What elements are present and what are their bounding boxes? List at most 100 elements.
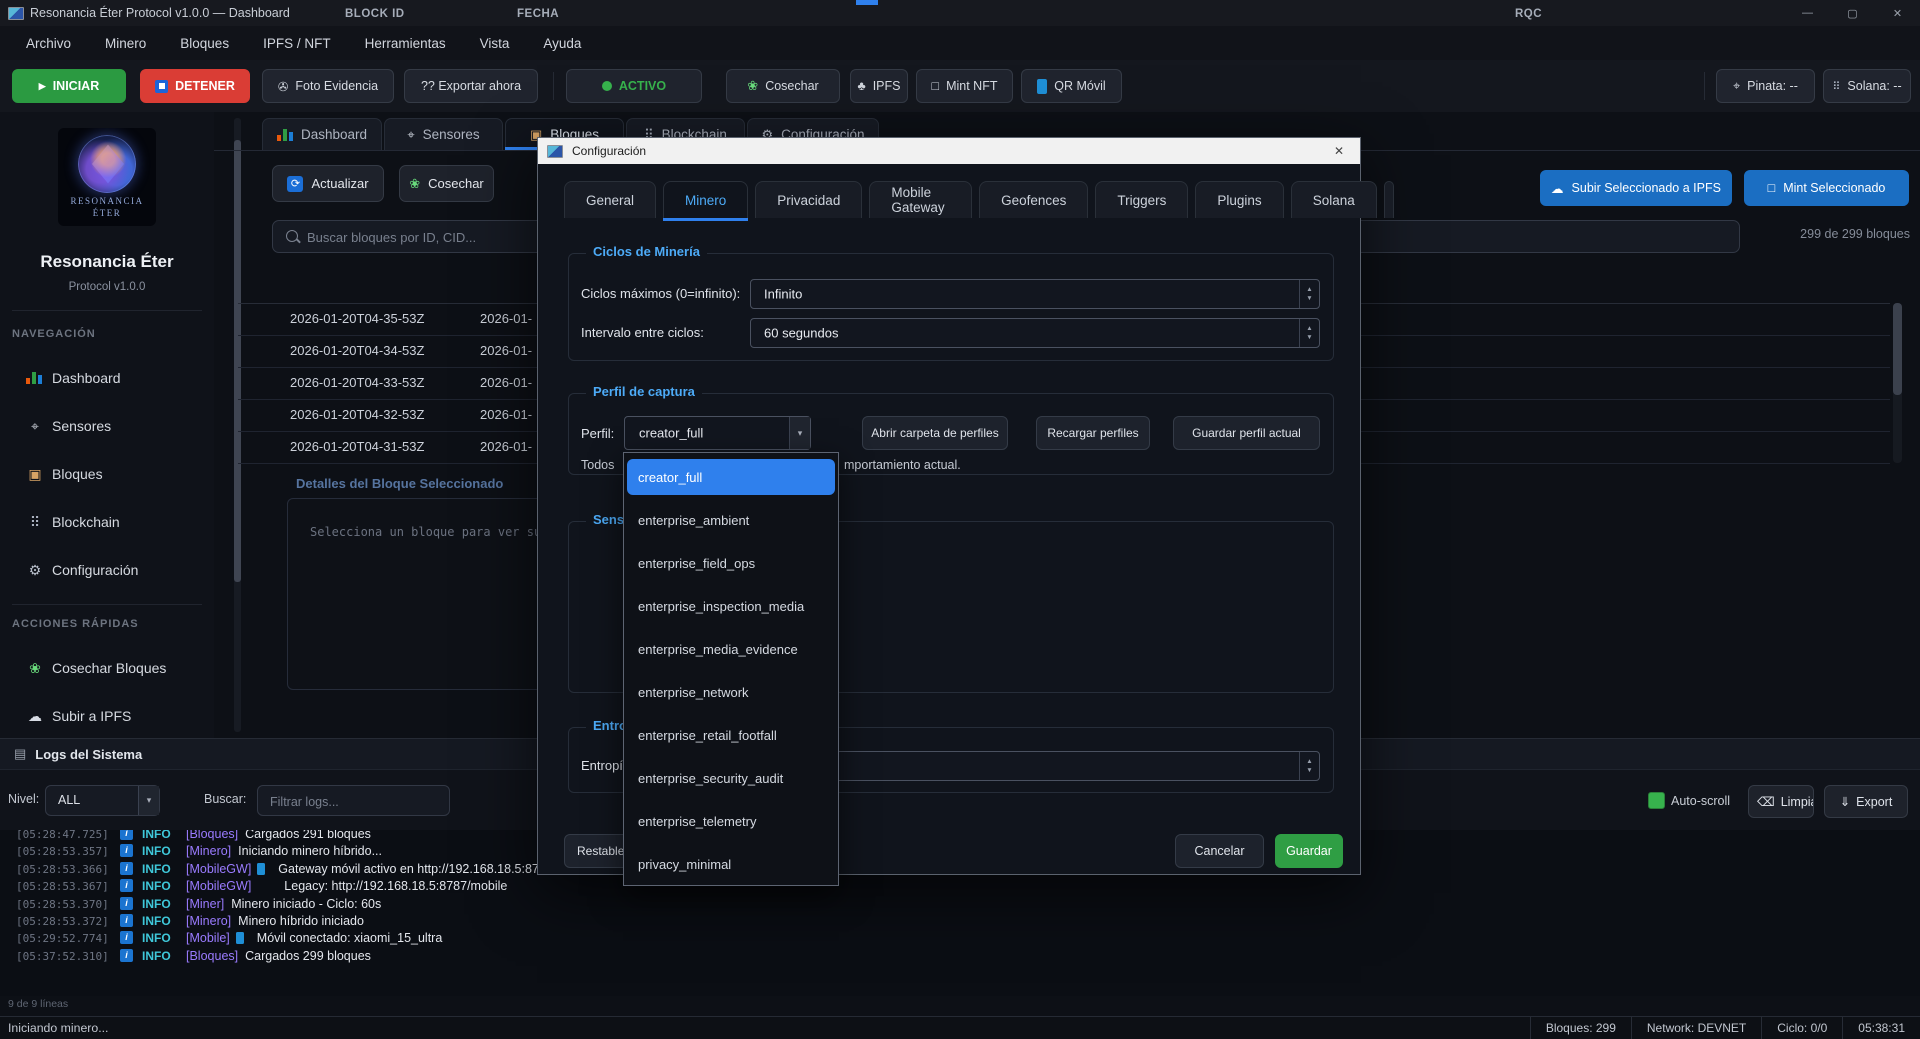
menu-archivo[interactable]: Archivo	[26, 36, 71, 51]
dropdown-item[interactable]: enterprise_network	[624, 671, 838, 714]
autoscroll-checkbox[interactable]	[1648, 792, 1665, 809]
chevron-down-icon	[789, 417, 810, 449]
settings-tab-geofences[interactable]: Geofences	[979, 181, 1088, 218]
status-dot-icon	[602, 81, 612, 91]
fecha-cell: 2026-01-	[480, 375, 532, 390]
limpiar-button[interactable]: ⌫ Limpiar	[1748, 785, 1814, 818]
info-icon	[120, 862, 133, 875]
dropdown-item-selected[interactable]: creator_full	[627, 459, 835, 495]
ciclos-maximos-label: Ciclos máximos (0=infinito):	[581, 286, 740, 301]
settings-tab-plugins[interactable]: Plugins	[1195, 181, 1283, 218]
sidebar-item-label: Dashboard	[52, 370, 121, 386]
sidebar-action-cosechar-bloques[interactable]: ❀ Cosechar Bloques	[0, 652, 214, 686]
app-window: Resonancia Éter Protocol v1.0.0 — Dashbo…	[0, 0, 1920, 1039]
dropdown-item[interactable]: enterprise_field_ops	[624, 542, 838, 585]
perfil-combobox[interactable]: creator_full	[624, 416, 811, 450]
dropdown-item[interactable]: privacy_minimal	[624, 843, 838, 886]
mint-label: Mint NFT	[946, 79, 997, 93]
cosechar-blocks-button[interactable]: ❀ Cosechar	[399, 165, 494, 202]
detener-button[interactable]: DETENER	[140, 69, 250, 103]
activo-label: ACTIVO	[619, 79, 666, 93]
pinata-status: ⌖ Pinata: --	[1716, 69, 1815, 103]
maximize-button[interactable]: ▢	[1830, 0, 1875, 26]
recargar-perfiles-button[interactable]: Recargar perfiles	[1036, 416, 1150, 450]
exportar-ahora-button[interactable]: ?? Exportar ahora	[404, 69, 538, 103]
sidebar-item-bloques[interactable]: ▣ Bloques	[0, 458, 214, 492]
mint-icon: □	[932, 79, 940, 93]
subir-seleccionado-button[interactable]: ☁ Subir Seleccionado a IPFS	[1540, 170, 1732, 206]
ciclos-maximos-spinner[interactable]: Infinito	[750, 279, 1320, 309]
settings-tab-minero-active[interactable]: Minero	[663, 181, 748, 218]
abrir-carpeta-button[interactable]: Abrir carpeta de perfiles	[862, 416, 1008, 450]
block-id-cell: 2026-01-20T04-32-53Z	[290, 407, 424, 422]
ipfs-label: IPFS	[873, 79, 901, 93]
dropdown-item[interactable]: enterprise_ambient	[624, 499, 838, 542]
sidebar-item-blockchain[interactable]: ⠿ Blockchain	[0, 506, 214, 540]
close-button[interactable]: ✕	[1875, 0, 1920, 26]
toolbar: ▶ INICIAR DETENER ✇ Foto Evidencia ?? Ex…	[0, 60, 1920, 113]
log-level-select[interactable]: ALL	[45, 785, 160, 816]
spinner-arrows-icon[interactable]	[1299, 752, 1319, 780]
status-blocks: Bloques: 299	[1530, 1017, 1631, 1039]
intervalo-spinner[interactable]: 60 segundos	[750, 318, 1320, 348]
tab-sensores[interactable]: ⌖ Sensores	[384, 118, 503, 150]
export-button[interactable]: ⇓ Export	[1824, 785, 1908, 818]
sidebar-action-subir-ipfs[interactable]: ☁ Subir a IPFS	[0, 700, 214, 734]
spinner-arrows-icon[interactable]	[1299, 280, 1319, 308]
menu-ipfs-nft[interactable]: IPFS / NFT	[263, 36, 331, 51]
log-level-value: ALL	[58, 793, 80, 807]
sidebar-item-dashboard[interactable]: Dashboard	[0, 362, 214, 396]
exportar-label: ?? Exportar ahora	[421, 79, 521, 93]
table-scrollbar-thumb[interactable]	[1893, 303, 1902, 395]
settings-tab-mobile-gateway[interactable]: Mobile Gateway	[869, 181, 972, 218]
intervalo-value: 60 segundos	[764, 326, 838, 341]
solana-status: ⠿ Solana: --	[1823, 69, 1911, 103]
spinner-arrows-icon[interactable]	[1299, 319, 1319, 347]
perfil-label: Perfil:	[581, 426, 614, 441]
actualizar-button[interactable]: ⟳ Actualizar	[272, 165, 384, 202]
ipfs-button[interactable]: ♣ IPFS	[850, 69, 908, 103]
cancelar-button[interactable]: Cancelar	[1175, 834, 1264, 868]
cosechar-button[interactable]: ❀ Cosechar	[726, 69, 840, 103]
menu-minero[interactable]: Minero	[105, 36, 146, 51]
guardar-button[interactable]: Guardar	[1275, 834, 1343, 868]
settings-tab-solana[interactable]: Solana	[1291, 181, 1377, 218]
dropdown-item[interactable]: enterprise_retail_footfall	[624, 714, 838, 757]
settings-tab-triggers[interactable]: Triggers	[1095, 181, 1188, 218]
statusbar: Iniciando minero... Bloques: 299 Network…	[0, 1016, 1920, 1039]
status-cycle: Ciclo: 0/0	[1761, 1017, 1842, 1039]
menu-vista[interactable]: Vista	[480, 36, 510, 51]
dropdown-item[interactable]: enterprise_media_evidence	[624, 628, 838, 671]
settings-tab-general[interactable]: General	[564, 181, 656, 218]
details-placeholder-text: Selecciona un bloque para ver sus	[310, 525, 548, 539]
dropdown-item[interactable]: enterprise_security_audit	[624, 757, 838, 800]
sidebar-item-sensores[interactable]: ⌖ Sensores	[0, 410, 214, 444]
settings-tab-overflow[interactable]	[1384, 181, 1395, 218]
iniciar-button[interactable]: ▶ INICIAR	[12, 69, 126, 103]
dropdown-item[interactable]: enterprise_telemetry	[624, 800, 838, 843]
guardar-perfil-button[interactable]: Guardar perfil actual	[1173, 416, 1320, 450]
phone-icon	[257, 863, 265, 875]
dialog-close-button[interactable]: ✕	[1318, 138, 1360, 164]
foto-evidencia-button[interactable]: ✇ Foto Evidencia	[262, 69, 394, 103]
dropdown-item[interactable]: enterprise_inspection_media	[624, 585, 838, 628]
column-header-fecha: FECHA	[517, 8, 559, 20]
mint-nft-button[interactable]: □ Mint NFT	[916, 69, 1013, 103]
tab-dashboard[interactable]: Dashboard	[262, 118, 382, 150]
settings-tab-privacidad[interactable]: Privacidad	[755, 181, 862, 218]
sidebar-action-label: Cosechar Bloques	[52, 660, 166, 676]
block-id-cell: 2026-01-20T04-33-53Z	[290, 375, 424, 390]
minimize-button[interactable]: —	[1785, 0, 1830, 26]
log-filter-input[interactable]	[268, 786, 447, 817]
qr-movil-button[interactable]: QR Móvil	[1021, 69, 1122, 103]
divider	[12, 604, 202, 605]
app-icon	[8, 7, 24, 20]
status-network: Network: DEVNET	[1631, 1017, 1761, 1039]
info-icon	[120, 914, 133, 927]
info-icon	[120, 949, 133, 962]
sidebar-item-configuracion[interactable]: ⚙ Configuración	[0, 554, 214, 588]
menu-bloques[interactable]: Bloques	[180, 36, 229, 51]
mint-seleccionado-button[interactable]: □ Mint Seleccionado	[1744, 170, 1909, 206]
menu-herramientas[interactable]: Herramientas	[365, 36, 446, 51]
menu-ayuda[interactable]: Ayuda	[543, 36, 581, 51]
